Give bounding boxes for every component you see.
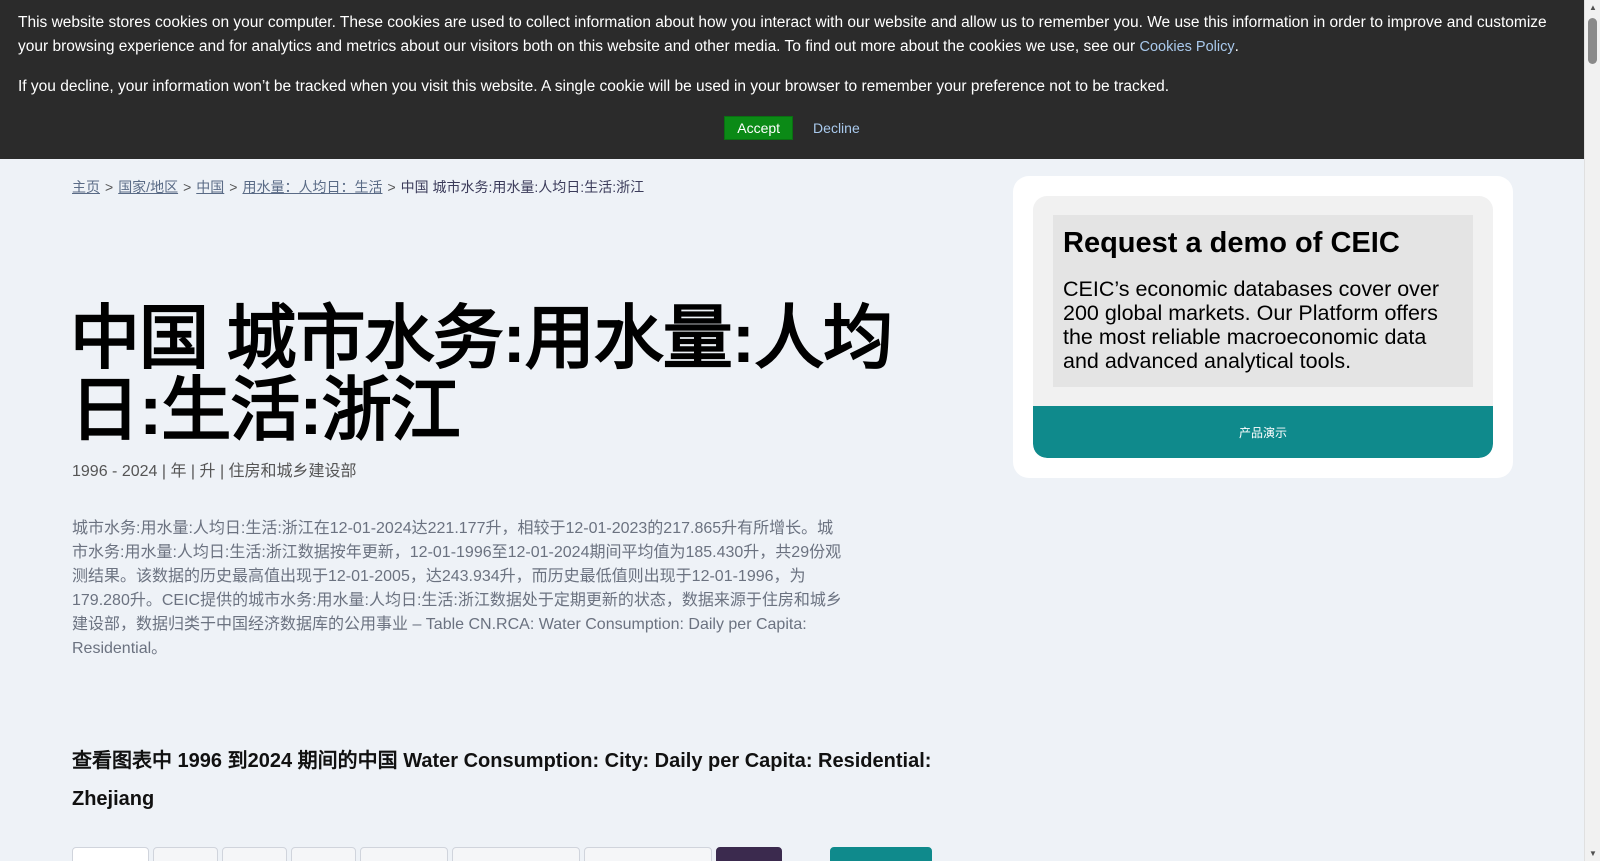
- range-tab[interactable]: [452, 847, 580, 861]
- breadcrumb-separator: >: [183, 179, 192, 195]
- range-tab[interactable]: [153, 847, 218, 861]
- decline-button[interactable]: Decline: [813, 120, 860, 136]
- breadcrumb-water-consumption[interactable]: 用水量：人均日：生活: [242, 179, 382, 195]
- breadcrumb-countries[interactable]: 国家/地区: [118, 179, 178, 195]
- vertical-scrollbar[interactable]: ▲ ▼: [1584, 0, 1600, 861]
- demo-request-card: Request a demo of CEIC CEIC’s economic d…: [1013, 176, 1513, 478]
- scroll-down-arrow-icon[interactable]: ▼: [1589, 849, 1597, 858]
- scroll-thumb[interactable]: [1588, 18, 1597, 64]
- range-tab[interactable]: [222, 847, 287, 861]
- cookie-notice-main: This website stores cookies on your comp…: [18, 14, 1547, 55]
- breadcrumb-current: 中国 城市水务:用水量:人均日:生活:浙江: [400, 179, 645, 195]
- chart-type-tab[interactable]: [716, 847, 782, 861]
- breadcrumb-home[interactable]: 主页: [72, 179, 100, 195]
- chart-heading: 查看图表中 1996 到2024 期间的中国 Water Consumption…: [72, 750, 932, 810]
- demo-title: Request a demo of CEIC: [1063, 227, 1400, 259]
- breadcrumb-separator: >: [229, 179, 238, 195]
- cookie-actions: Accept Decline: [0, 116, 1584, 140]
- series-meta: 1996 - 2024 | 年 | 升 | 住房和城乡建设部: [72, 463, 357, 480]
- page-title: 中国 城市水务:用水量:人均日:生活:浙江: [70, 299, 893, 449]
- breadcrumb-separator: >: [105, 179, 114, 195]
- cookie-notice-text: This website stores cookies on your comp…: [18, 11, 1566, 59]
- cookie-decline-info: If you decline, your information won’t b…: [18, 78, 1170, 95]
- scroll-up-arrow-icon[interactable]: ▲: [1589, 3, 1597, 12]
- breadcrumb-china[interactable]: 中国: [196, 179, 224, 195]
- range-tab[interactable]: [291, 847, 356, 861]
- demo-description: CEIC’s economic databases cover over 200…: [1063, 277, 1440, 373]
- range-tab[interactable]: [584, 847, 712, 861]
- demo-request-inner: Request a demo of CEIC CEIC’s economic d…: [1033, 196, 1493, 458]
- product-demo-button[interactable]: 产品演示: [1033, 406, 1493, 458]
- cookies-policy-link[interactable]: Cookies Policy: [1140, 39, 1235, 55]
- demo-info-box: Request a demo of CEIC CEIC’s economic d…: [1053, 215, 1473, 387]
- series-description: 城市水务:用水量:人均日:生活:浙江在12-01-2024达221.177升，相…: [72, 520, 842, 657]
- chart-action-button[interactable]: [830, 847, 932, 861]
- accept-button[interactable]: Accept: [724, 116, 794, 140]
- breadcrumb-separator: >: [387, 179, 396, 195]
- cookie-notice-period: .: [1234, 38, 1239, 55]
- range-tab[interactable]: [72, 847, 149, 861]
- range-tab[interactable]: [360, 847, 448, 861]
- cookie-banner: This website stores cookies on your comp…: [0, 0, 1584, 159]
- breadcrumb: 主页 > 国家/地区 > 中国 > 用水量：人均日：生活 > 中国 城市水务:用水量:人均日:生…: [72, 177, 644, 197]
